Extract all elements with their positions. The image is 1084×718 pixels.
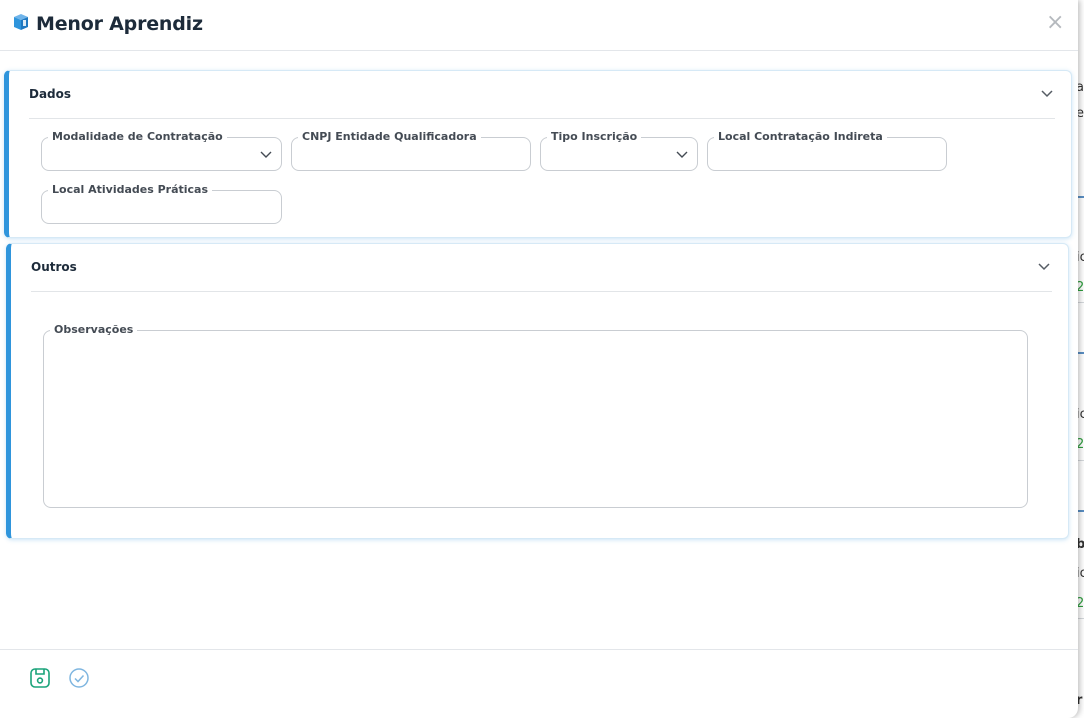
section-dados-header[interactable]: Dados <box>29 71 1055 119</box>
footer-divider <box>0 649 1078 650</box>
modalidade-contratacao-select[interactable]: Modalidade de Contratação <box>41 131 282 171</box>
local-atividades-praticas-label: Local Atividades Práticas <box>48 184 213 196</box>
chevron-down-icon <box>676 151 688 158</box>
save-button[interactable] <box>29 667 51 689</box>
modal-title: Menor Aprendiz <box>36 13 203 35</box>
observacoes-textarea[interactable]: Observações <box>43 324 1028 508</box>
cnpj-entidade-label: CNPJ Entidade Qualificadora <box>298 131 481 143</box>
tipo-inscricao-select[interactable]: Tipo Inscrição <box>540 131 698 171</box>
section-outros: Outros Observações <box>6 243 1069 539</box>
section-dados-title: Dados <box>29 87 72 101</box>
modalidade-contratacao-label: Modalidade de Contratação <box>48 131 227 143</box>
section-outros-header[interactable]: Outros <box>31 244 1052 292</box>
menor-aprendiz-modal: Menor Aprendiz × Dados Modalidade de Con… <box>0 0 1078 718</box>
check-circle-icon <box>69 668 89 688</box>
save-icon <box>30 668 50 688</box>
local-atividades-praticas-input[interactable]: Local Atividades Práticas <box>41 184 282 224</box>
chevron-down-icon <box>260 151 272 158</box>
close-button[interactable]: × <box>1046 12 1064 34</box>
modal-title-wrap: Menor Aprendiz <box>12 13 203 35</box>
modal-header: Menor Aprendiz × <box>0 0 1078 51</box>
tipo-inscricao-label: Tipo Inscrição <box>547 131 642 143</box>
section-dados: Dados Modalidade de Contratação CNPJ Ent… <box>4 70 1072 238</box>
chevron-down-icon[interactable] <box>1039 85 1055 101</box>
local-contratacao-indireta-label: Local Contratação Indireta <box>714 131 887 143</box>
observacoes-label: Observações <box>50 324 138 336</box>
local-contratacao-indireta-input[interactable]: Local Contratação Indireta <box>707 131 947 171</box>
section-outros-title: Outros <box>31 260 77 274</box>
book-cube-icon <box>12 13 30 35</box>
confirm-button[interactable] <box>68 667 90 689</box>
chevron-down-icon[interactable] <box>1036 258 1052 274</box>
cnpj-entidade-input[interactable]: CNPJ Entidade Qualificadora <box>291 131 531 171</box>
